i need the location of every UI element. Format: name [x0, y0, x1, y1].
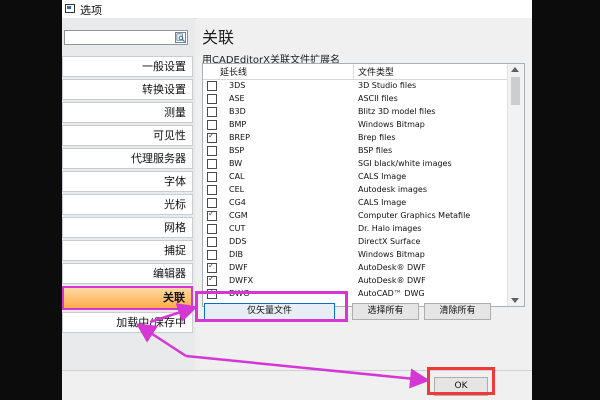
annotation-arrows	[135, 303, 430, 389]
arrow-sidebar-to-button	[149, 303, 198, 324]
arrow-to-sidebar-item	[135, 323, 187, 358]
arrow-to-ok-button	[185, 354, 430, 389]
